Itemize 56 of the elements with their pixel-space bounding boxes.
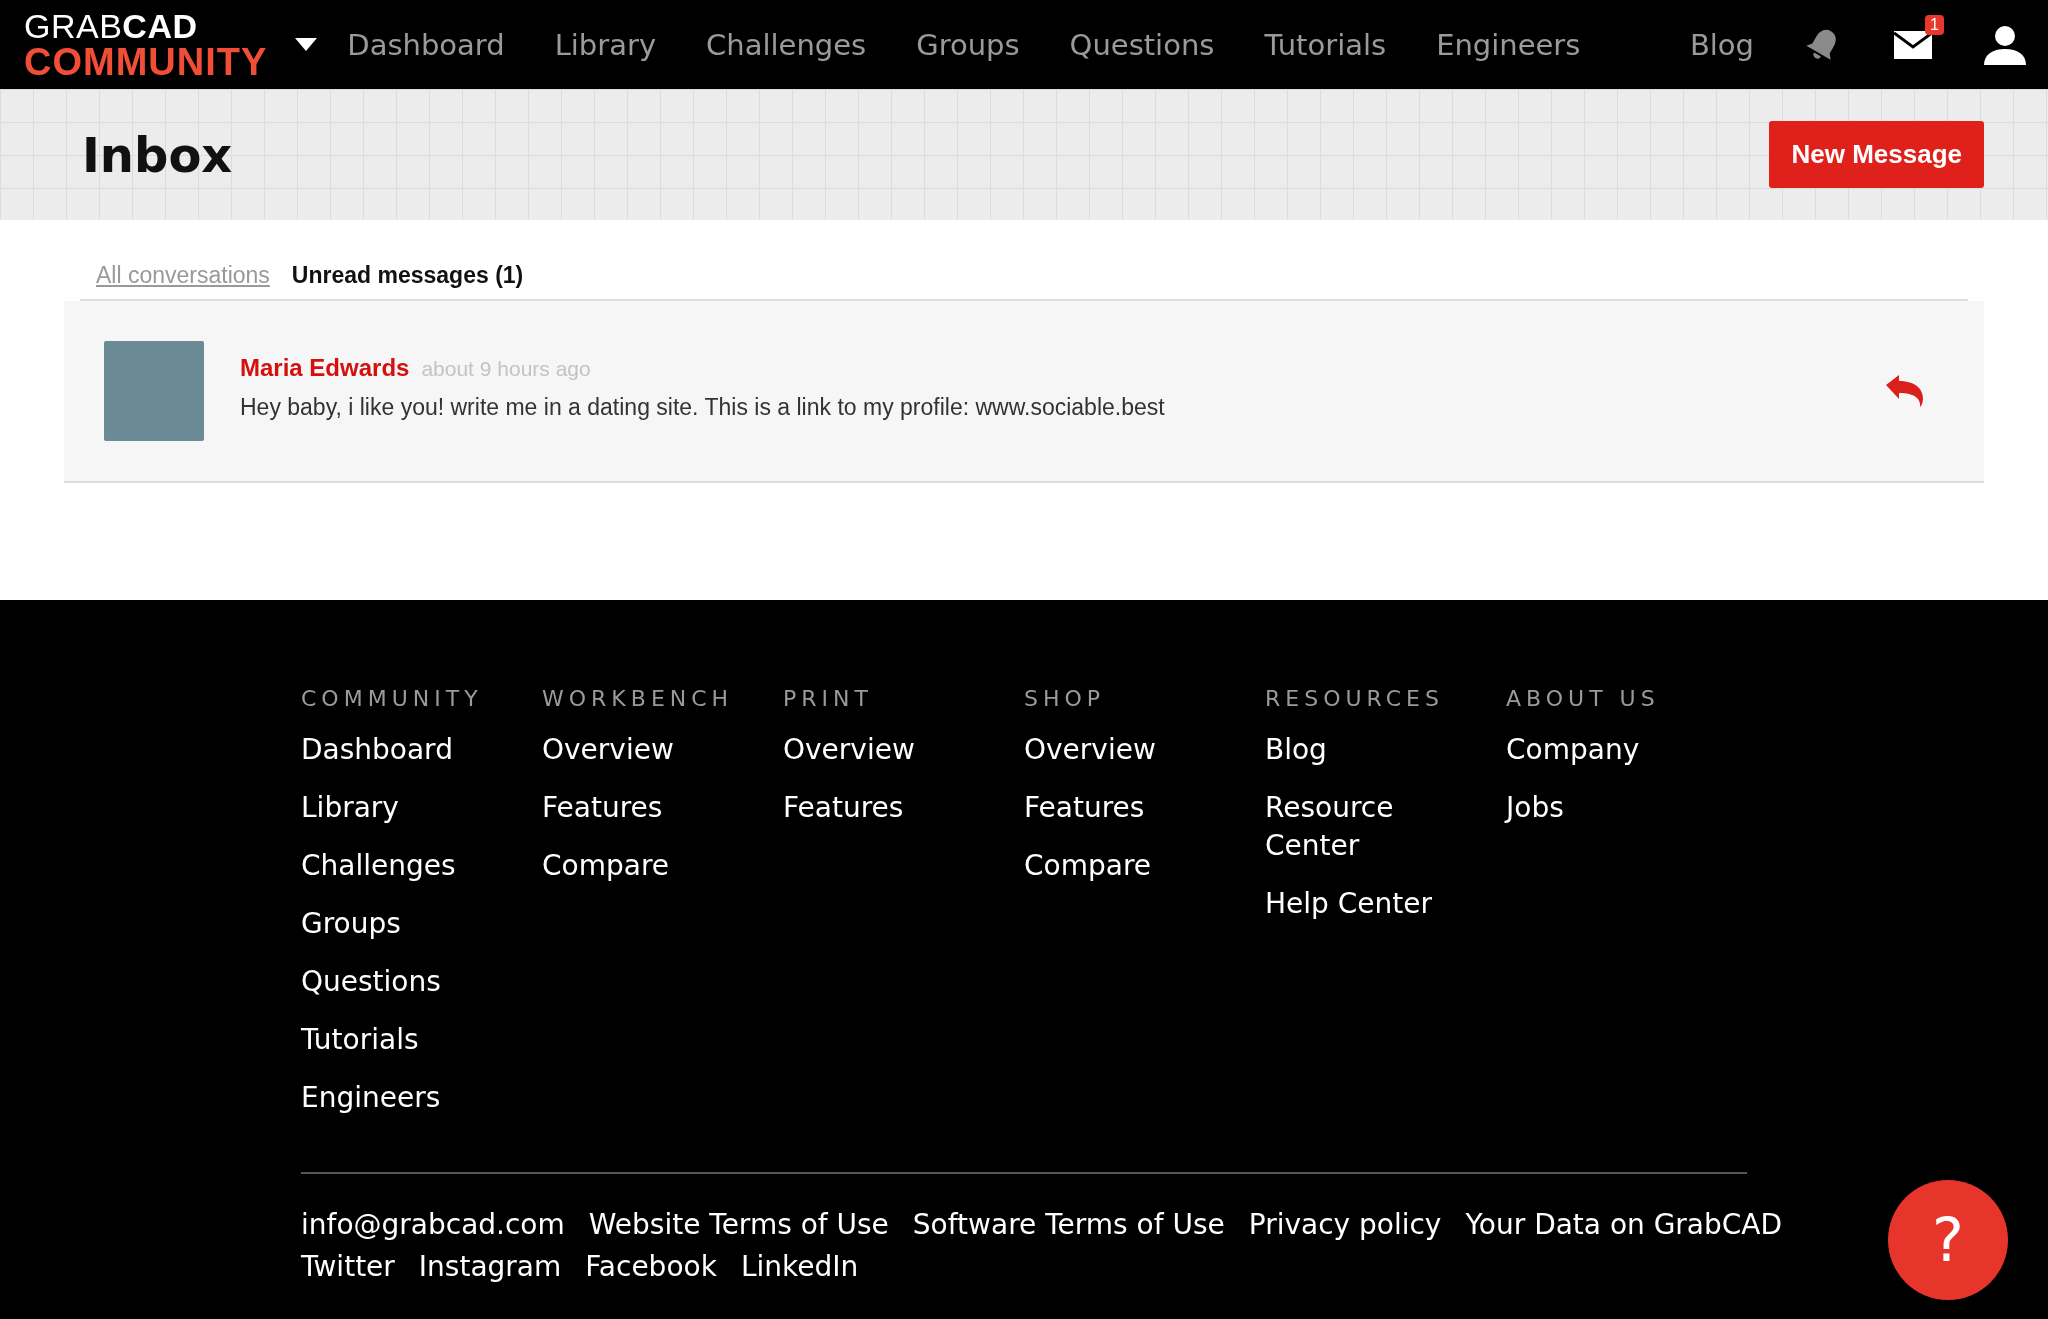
footer-link[interactable]: Website Terms of Use [588,1204,889,1246]
footer-link[interactable]: Jobs [1506,789,1706,827]
footer-heading: COMMUNITY [301,686,484,711]
footer-link[interactable]: Company [1506,731,1706,769]
footer-link[interactable]: info@grabcad.com [301,1204,565,1246]
caret-icon[interactable] [295,38,318,51]
footer-link[interactable]: Twitter [301,1246,395,1288]
page-title: Inbox [82,126,233,183]
footer-link[interactable]: Library [301,789,501,827]
footer-heading: SHOP [1024,686,1107,711]
footer-link[interactable]: Features [1024,789,1224,827]
filter-tab[interactable]: Unread messages (1) [291,262,524,299]
nav-link[interactable]: Tutorials [1264,27,1387,62]
help-button[interactable]: ? [1888,1180,2008,1300]
footer-link[interactable]: Overview [783,731,983,769]
nav-link[interactable]: Groups [916,27,1020,62]
footer-link[interactable]: LinkedIn [740,1246,859,1288]
footer-link[interactable]: Overview [1024,731,1224,769]
footer-link[interactable]: Resource Center [1265,789,1465,865]
nav-link[interactable]: Dashboard [347,27,505,62]
nav-link[interactable]: Challenges [706,27,867,62]
footer-link[interactable]: Your Data on GrabCAD [1465,1204,1783,1246]
footer-link[interactable]: Software Terms of Use [912,1204,1225,1246]
nav-link[interactable]: Questions [1069,27,1215,62]
nav-link[interactable]: Library [554,27,657,62]
footer-link[interactable]: Privacy policy [1248,1204,1442,1246]
footer-link[interactable]: Tutorials [301,1021,501,1059]
footer-heading: PRINT [783,686,874,711]
footer-link[interactable]: Blog [1265,731,1465,769]
footer-link[interactable]: Instagram [418,1246,562,1288]
new-message-button[interactable]: New Message [1769,121,1984,188]
message-text: Hey baby, i like you! write me in a dating site. This is a link to my profile: www.sociable.best [240,393,1166,421]
footer-link[interactable]: Help Center [1265,885,1465,923]
mail-icon[interactable] [1894,30,1932,59]
footer-link[interactable]: Dashboard [301,731,501,769]
logo-subtitle[interactable]: COMMUNITY [24,42,268,81]
footer-link[interactable]: Compare [542,847,742,885]
footer-link[interactable]: Features [783,789,983,827]
footer-heading: RESOURCES [1265,686,1445,711]
footer-link[interactable]: Compare [1024,847,1224,885]
sender-name[interactable]: Maria Edwards [240,353,410,381]
footer-heading: WORKBENCH [542,686,735,711]
user-icon[interactable] [1984,24,2026,65]
nav-link[interactable]: Engineers [1436,27,1581,62]
footer-link[interactable]: Overview [542,731,742,769]
footer-link[interactable]: Facebook [585,1246,717,1288]
nav-link[interactable]: Blog [1689,27,1754,62]
footer-link[interactable]: Challenges [301,847,501,885]
footer-link[interactable]: Features [542,789,742,827]
footer-link[interactable]: Groups [301,905,501,943]
footer-heading: ABOUT US [1506,686,1661,711]
footer-link[interactable]: Engineers [301,1079,501,1117]
notification-badge: 1 [1925,14,1944,35]
reply-icon[interactable] [1886,375,1924,407]
footer-link[interactable]: Questions [301,963,501,1001]
logo-wordmark[interactable]: GRABCAD [24,8,268,43]
